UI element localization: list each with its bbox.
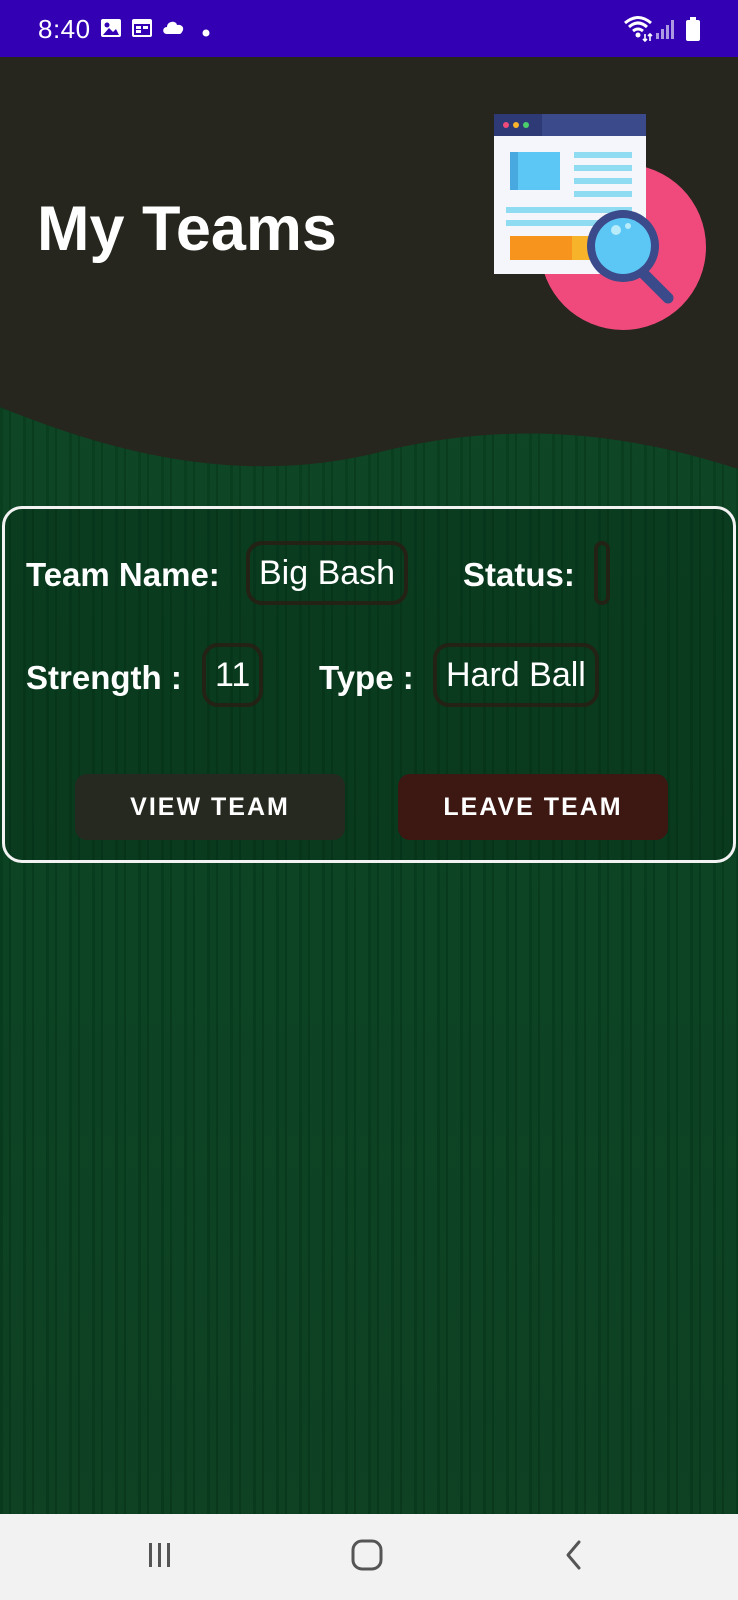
strength-value: 11 <box>202 643 264 707</box>
back-button[interactable] <box>514 1514 634 1600</box>
type-value: Hard Ball <box>433 643 599 707</box>
home-button[interactable] <box>307 1514 427 1600</box>
team-name-label: Team Name: <box>26 556 220 593</box>
cloud-icon <box>161 18 187 41</box>
home-icon <box>351 1539 383 1576</box>
status-label: Status: <box>463 556 575 593</box>
nav-bar <box>0 1514 738 1600</box>
back-icon <box>562 1539 586 1576</box>
team-card: Team Name: Big Bash Status: Strength : 1… <box>2 506 736 863</box>
calendar-icon <box>131 18 153 43</box>
page-title: My Teams <box>37 194 337 264</box>
type-label: Type : <box>319 659 414 696</box>
status-time: 8:40 <box>38 14 91 44</box>
leave-team-button[interactable]: LEAVE TEAM <box>398 774 668 840</box>
recent-apps-icon <box>146 1541 174 1574</box>
strength-label: Strength : <box>26 659 182 696</box>
status-value <box>594 541 610 605</box>
dot-icon <box>202 24 210 42</box>
view-team-button[interactable]: VIEW TEAM <box>75 774 345 840</box>
recent-apps-button[interactable] <box>100 1514 220 1600</box>
signal-icon <box>655 18 677 45</box>
web-search-illustration <box>488 110 713 340</box>
wifi-icon <box>623 14 653 47</box>
battery-icon <box>685 16 701 47</box>
status-bar: 8:40 <box>0 0 738 57</box>
image-icon <box>100 18 122 43</box>
team-name-value: Big Bash <box>246 541 409 605</box>
